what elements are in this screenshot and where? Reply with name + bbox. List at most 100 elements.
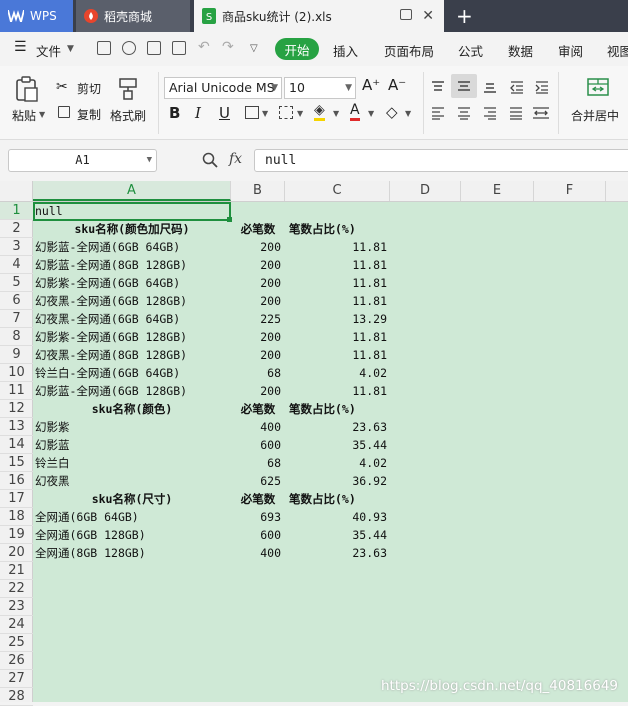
sheet-cell[interactable]: 幻夜黑-全网通(6GB 64GB) (35, 310, 231, 328)
select-all-corner[interactable] (0, 181, 33, 201)
sheet-cell[interactable]: 幻夜黑 (35, 472, 231, 490)
row-header[interactable]: 28 (0, 688, 33, 706)
decrease-font-size-button[interactable]: A⁻ (388, 76, 406, 94)
font-color-chevron-down-icon[interactable]: ▼ (368, 109, 374, 118)
sheet-cell[interactable]: 200 (231, 328, 281, 346)
menu-file[interactable]: 文件 (36, 41, 61, 60)
restore-window-icon[interactable] (400, 9, 412, 20)
hamburger-menu-icon[interactable]: ☰ (14, 39, 27, 55)
tab-page-layout[interactable]: 页面布局 (384, 41, 434, 60)
row-header[interactable]: 16 (0, 472, 33, 490)
export-icon[interactable] (122, 41, 136, 55)
sheet-cell[interactable]: 200 (231, 346, 281, 364)
sheet-grid[interactable]: null sku名称(颜色加尺码) 必笔数 笔数占比(%) 幻影蓝-全网通(6GB 64… (33, 202, 628, 702)
borders-chevron-down-icon[interactable]: ▼ (262, 109, 268, 118)
sheet-cell[interactable]: 幻影紫-全网通(6GB 64GB) (35, 274, 231, 292)
sheet-cell[interactable]: 笔数占比(%) (285, 490, 395, 508)
align-left-icon[interactable] (430, 106, 446, 120)
sheet-cell[interactable]: 35.44 (285, 526, 387, 544)
row-header[interactable]: 23 (0, 598, 33, 616)
sheet-cell[interactable]: 200 (231, 238, 281, 256)
row-header[interactable]: 19 (0, 526, 33, 544)
customize-toolbar-chevron-icon[interactable]: ▽ (250, 43, 258, 54)
save-icon[interactable] (97, 41, 111, 55)
sheet-cell[interactable]: 11.81 (285, 328, 387, 346)
sheet-cell[interactable]: 笔数占比(%) (285, 400, 395, 418)
row-header[interactable]: 4 (0, 256, 33, 274)
bold-icon[interactable]: B (169, 104, 180, 122)
new-tab-button[interactable]: + (456, 4, 473, 28)
sheet-cell[interactable]: 13.29 (285, 310, 387, 328)
row-header[interactable]: 15 (0, 454, 33, 472)
sheet-cell[interactable]: 11.81 (285, 256, 387, 274)
sheet-cell[interactable]: 全网通(8GB 128GB) (35, 544, 231, 562)
sheet-cell[interactable]: 笔数占比(%) (285, 220, 395, 238)
fill-pattern-icon[interactable] (279, 106, 293, 119)
sheet-cell[interactable]: 625 (231, 472, 281, 490)
insert-function-icon[interactable]: fx (229, 151, 242, 167)
copy-button[interactable]: 复制 (77, 106, 101, 123)
column-header-e[interactable]: E (461, 181, 534, 201)
redo-icon[interactable]: ↷ (222, 39, 234, 55)
column-header-b[interactable]: B (231, 181, 285, 201)
sheet-cell[interactable]: 40.93 (285, 508, 387, 526)
merge-center-button[interactable]: 合并居中 (571, 107, 619, 124)
sheet-cell[interactable]: 36.92 (285, 472, 387, 490)
sheet-cell[interactable]: sku名称(尺寸) (33, 490, 231, 508)
tab-formulas[interactable]: 公式 (458, 41, 483, 60)
sheet-cell[interactable]: 铃兰白 (35, 454, 231, 472)
align-middle-button[interactable] (451, 74, 477, 98)
tab-data[interactable]: 数据 (508, 41, 533, 60)
sheet-cell[interactable]: 必笔数 (231, 490, 285, 508)
column-header-d[interactable]: D (390, 181, 461, 201)
font-color-icon[interactable]: A (350, 102, 360, 121)
sheet-cell[interactable]: 幻影蓝-全网通(6GB 64GB) (35, 238, 231, 256)
row-header[interactable]: 20 (0, 544, 33, 562)
sheet-cell[interactable]: null (35, 202, 231, 220)
tab-review[interactable]: 审阅 (558, 41, 583, 60)
print-icon[interactable] (147, 41, 161, 55)
row-header[interactable]: 13 (0, 418, 33, 436)
close-tab-icon[interactable]: ✕ (422, 8, 434, 24)
row-header[interactable]: 3 (0, 238, 33, 256)
sheet-cell[interactable]: 必笔数 (231, 400, 285, 418)
sheet-cell[interactable]: 23.63 (285, 418, 387, 436)
sheet-cell[interactable]: 225 (231, 310, 281, 328)
borders-icon[interactable] (245, 106, 259, 119)
decrease-indent-icon[interactable] (509, 80, 525, 94)
increase-indent-icon[interactable] (534, 80, 550, 94)
sheet-cell[interactable]: 幻夜黑-全网通(8GB 128GB) (35, 346, 231, 364)
sheet-cell[interactable]: sku名称(颜色加尺码) (33, 220, 231, 238)
fill-color-chevron-down-icon[interactable]: ▼ (333, 109, 339, 118)
row-header[interactable]: 21 (0, 562, 33, 580)
distributed-align-icon[interactable] (532, 106, 550, 120)
fill-pattern-chevron-down-icon[interactable]: ▼ (297, 109, 303, 118)
sheet-cell[interactable]: 600 (231, 436, 281, 454)
sheet-cell[interactable]: 必笔数 (231, 220, 285, 238)
sheet-cell[interactable]: 幻影紫-全网通(6GB 128GB) (35, 328, 231, 346)
scissors-icon[interactable]: ✂ (56, 79, 68, 95)
sheet-cell[interactable]: 11.81 (285, 274, 387, 292)
column-header-f[interactable]: F (534, 181, 606, 201)
file-menu-chevron-down-icon[interactable]: ▼ (67, 44, 74, 54)
sheet-cell[interactable]: 幻影蓝 (35, 436, 231, 454)
row-header[interactable]: 27 (0, 670, 33, 688)
undo-icon[interactable]: ↶ (198, 39, 210, 55)
align-center-icon[interactable] (456, 106, 472, 120)
row-header[interactable]: 6 (0, 292, 33, 310)
cut-button[interactable]: 剪切 (77, 80, 101, 97)
print-preview-icon[interactable] (172, 41, 186, 55)
sheet-cell[interactable]: sku名称(颜色) (33, 400, 231, 418)
row-header[interactable]: 11 (0, 382, 33, 400)
row-header[interactable]: 2 (0, 220, 33, 238)
row-header[interactable]: 26 (0, 652, 33, 670)
tab-insert[interactable]: 插入 (333, 41, 358, 60)
sheet-cell[interactable]: 200 (231, 256, 281, 274)
row-header[interactable]: 12 (0, 400, 33, 418)
align-top-icon[interactable] (430, 80, 446, 94)
tab-view[interactable]: 视图 (607, 41, 628, 60)
sheet-cell[interactable]: 23.63 (285, 544, 387, 562)
sheet-cell[interactable]: 400 (231, 544, 281, 562)
merge-cells-icon[interactable] (587, 78, 609, 96)
eraser-clear-icon[interactable]: ◇ (386, 103, 398, 121)
